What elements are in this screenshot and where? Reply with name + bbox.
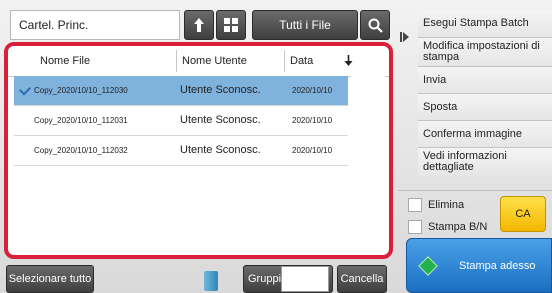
up-folder-button[interactable] <box>184 10 214 40</box>
side-divider <box>398 190 552 191</box>
column-divider <box>176 50 177 72</box>
up-arrow-icon <box>194 18 204 32</box>
group-field[interactable] <box>281 266 329 292</box>
start-diamond-icon <box>418 255 438 276</box>
file-name: Copy_2020/10/10_112032 <box>34 146 128 155</box>
view-toggle-button[interactable] <box>216 10 246 40</box>
table-row[interactable]: Copy_2020/10/10_112030 Utente Sconosc. 2… <box>14 76 348 106</box>
detailed-info-item[interactable]: Vedi informazioni dettagliate <box>418 147 552 176</box>
grid-view-icon <box>224 18 238 32</box>
batch-print-item[interactable]: Esegui Stampa Batch <box>418 10 552 37</box>
ca-button[interactable]: CA <box>500 196 546 232</box>
search-button[interactable] <box>360 10 390 40</box>
file-name: Copy_2020/10/10_112031 <box>34 116 128 125</box>
table-row[interactable]: Copy_2020/10/10_112032 Utente Sconosc. 2… <box>14 136 348 166</box>
table-row[interactable]: Copy_2020/10/10_112031 Utente Sconosc. 2… <box>14 106 348 136</box>
column-header-date[interactable]: Data <box>290 46 313 76</box>
side-panel-toggle[interactable] <box>396 10 414 162</box>
confirm-image-item[interactable]: Conferma immagine <box>418 120 552 147</box>
group-label: Gruppi <box>248 273 282 285</box>
delete-label: Elimina <box>428 199 465 211</box>
file-date: 2020/10/10 <box>292 146 333 155</box>
trash-icon <box>204 271 218 291</box>
scroll-area[interactable] <box>351 76 385 250</box>
file-list: Copy_2020/10/10_112030 Utente Sconosc. 2… <box>14 76 348 166</box>
filter-dropdown-button[interactable]: Tutti i File <box>252 10 358 40</box>
cancel-button[interactable]: Cancella <box>337 265 387 293</box>
folder-label: Cartel. Princ. <box>10 10 180 40</box>
print-now-button[interactable]: Stampa adesso <box>406 238 552 293</box>
edit-print-settings-item[interactable]: Modifica impostazioni di stampa <box>418 37 552 66</box>
file-date: 2020/10/10 <box>292 86 333 95</box>
check-icon <box>18 83 32 96</box>
delete-checkbox[interactable] <box>408 198 422 212</box>
print-now-label: Stampa adesso <box>459 259 536 272</box>
table-header: Nome File Nome Utente Data <box>8 46 389 77</box>
bw-print-checkbox[interactable] <box>408 220 422 234</box>
search-icon <box>368 18 383 33</box>
file-name: Copy_2020/10/10_112030 <box>34 86 128 95</box>
move-item[interactable]: Sposta <box>418 93 552 120</box>
column-divider <box>284 50 285 72</box>
column-header-file-name[interactable]: Nome File <box>40 46 90 76</box>
user-name: Utente Sconosc. <box>180 114 261 126</box>
select-all-button[interactable]: Selezionare tutto <box>6 265 94 293</box>
user-name: Utente Sconosc. <box>180 84 261 96</box>
bw-print-label: Stampa B/N <box>428 221 488 233</box>
column-header-user-name[interactable]: Nome Utente <box>182 46 247 76</box>
user-name: Utente Sconosc. <box>180 144 261 156</box>
expand-right-icon <box>400 32 409 42</box>
sort-descending-icon[interactable] <box>344 55 353 67</box>
file-list-panel: Nome File Nome Utente Data Copy_2020/10/… <box>4 42 393 259</box>
send-item[interactable]: Invia <box>418 66 552 93</box>
file-date: 2020/10/10 <box>292 116 333 125</box>
